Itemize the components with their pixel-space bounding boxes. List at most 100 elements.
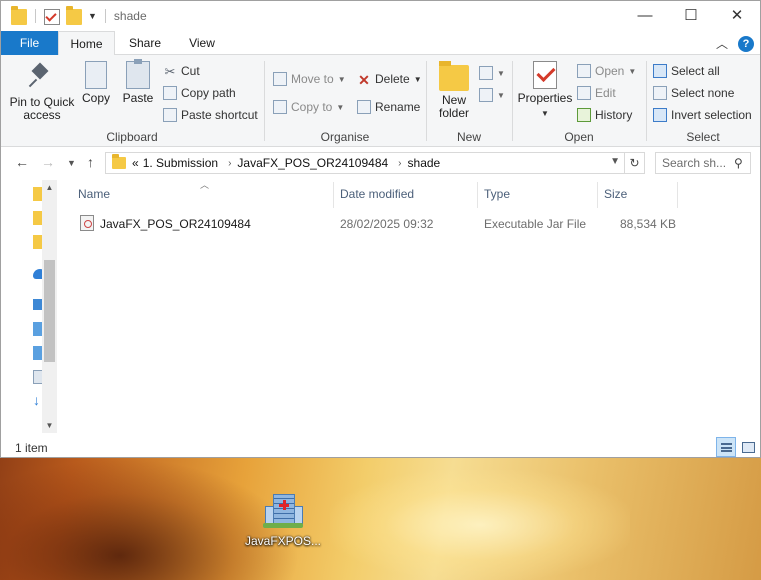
delete-x-icon: ✕	[358, 72, 370, 88]
properties-icon	[533, 61, 557, 89]
open-button[interactable]: Open ▼	[577, 61, 636, 81]
item-count: 1 item	[15, 441, 48, 455]
file-explorer-window: ▼ shade — ☐ ✕ File Home Share View ︿ ? P…	[0, 0, 761, 458]
new-group-label: New	[456, 130, 481, 144]
paste-button[interactable]: Paste	[119, 59, 157, 105]
scrollbar-thumb[interactable]	[44, 260, 55, 362]
copy-to-button[interactable]: Copy to ▼	[273, 97, 344, 117]
up-arrow-icon[interactable]: ↑	[87, 154, 94, 170]
paste-shortcut-button[interactable]: Paste shortcut	[163, 105, 258, 125]
copy-path-button[interactable]: Copy path	[163, 83, 236, 103]
move-to-button[interactable]: Move to ▼	[273, 69, 346, 89]
address-bar[interactable]: « 1. Submission › JavaFX_POS_OR24109484 …	[105, 152, 645, 174]
new-group: New folder ▼ ▼ New	[427, 57, 511, 145]
column-header-name[interactable]: Name	[58, 180, 333, 208]
quick-access-toolbar: ▼ shade	[11, 6, 147, 25]
table-row[interactable]: JavaFX_POS_OR24109484 28/02/2025 09:32 E…	[74, 213, 677, 235]
breadcrumb-shade[interactable]: shade	[408, 156, 441, 170]
hospital-building-icon	[263, 492, 303, 528]
pin-to-quick-access-button[interactable]: Pin to Quick access	[7, 61, 77, 122]
maximize-button[interactable]: ☐	[668, 1, 714, 31]
wallpaper-sun	[330, 470, 630, 580]
large-icons-view-button[interactable]	[738, 437, 758, 457]
breadcrumb-javafx-pos[interactable]: JavaFX_POS_OR24109484	[237, 156, 388, 170]
easy-access-button[interactable]: ▼	[479, 85, 505, 105]
new-folder-icon	[439, 61, 469, 91]
organise-group: Move to ▼ Copy to ▼ ✕ Delete ▼ Rename Organ…	[265, 57, 425, 145]
collapse-ribbon-chevron-up-icon[interactable]: ︿	[716, 35, 728, 52]
copy-path-icon	[163, 86, 177, 100]
select-none-button[interactable]: Select none	[653, 83, 734, 103]
tab-home[interactable]: Home	[58, 31, 115, 56]
file-date-modified: 28/02/2025 09:32	[340, 217, 434, 231]
breadcrumb-overflow[interactable]: «	[132, 156, 139, 170]
window-title: shade	[113, 9, 147, 23]
invert-selection-button[interactable]: Invert selection	[653, 105, 752, 125]
folder-icon	[112, 154, 126, 169]
cut-button[interactable]: ✂ Cut	[163, 61, 200, 81]
history-icon	[577, 108, 591, 122]
minimize-button[interactable]: —	[622, 1, 668, 31]
easy-access-icon	[479, 88, 493, 102]
file-size: 88,534 KB	[620, 217, 677, 231]
breadcrumb-separator-icon[interactable]: ›	[228, 158, 231, 169]
ribbon-tabs: File Home Share View ︿ ?	[1, 31, 760, 56]
search-icon[interactable]: ⚲	[734, 156, 743, 170]
copy-button[interactable]: Copy	[79, 61, 113, 105]
scroll-down-chevron-icon[interactable]: ▼	[42, 418, 57, 433]
new-item-icon	[479, 66, 493, 80]
select-group-label: Select	[686, 130, 720, 144]
desktop-icon-javafxpos[interactable]: JavaFXPOS...	[238, 492, 328, 548]
jar-file-icon	[80, 215, 94, 231]
select-none-icon	[653, 86, 667, 100]
forward-arrow-icon[interactable]: →	[41, 154, 55, 170]
customize-toolbar-chevron-icon[interactable]: ▼	[88, 11, 97, 21]
edit-icon	[577, 86, 591, 100]
open-group-label: Open	[564, 130, 594, 144]
select-all-button[interactable]: Select all	[653, 61, 720, 81]
move-to-icon	[273, 72, 287, 86]
desktop-icon-label: JavaFXPOS...	[244, 534, 322, 548]
organise-group-label: Organise	[320, 130, 370, 144]
column-header-size[interactable]: Size	[584, 180, 674, 208]
file-type: Executable Jar File	[484, 217, 587, 231]
paste-shortcut-icon	[163, 108, 177, 122]
tab-file[interactable]: File	[1, 31, 58, 55]
tab-view[interactable]: View	[177, 31, 227, 55]
rename-button[interactable]: Rename	[357, 97, 420, 117]
delete-button[interactable]: ✕ Delete ▼	[357, 69, 421, 89]
new-item-button[interactable]: ▼	[479, 63, 505, 83]
navigation-pane-scrollbar[interactable]: ▲ ▼	[42, 180, 57, 433]
clipboard-group-label: Clipboard	[106, 130, 158, 144]
details-view-button[interactable]	[716, 437, 736, 457]
refresh-icon[interactable]: ↻	[624, 153, 644, 173]
help-icon[interactable]: ?	[738, 35, 754, 52]
scroll-up-chevron-icon[interactable]: ▲	[42, 180, 57, 195]
search-box[interactable]: ⚲	[655, 152, 751, 174]
select-group: Select all Select none Invert selection …	[647, 57, 759, 145]
properties-button[interactable]: Properties ▼	[517, 61, 573, 120]
invert-selection-icon	[653, 108, 667, 122]
scissors-icon: ✂	[164, 64, 176, 79]
recent-locations-chevron-icon[interactable]: ▼	[67, 158, 76, 168]
close-button[interactable]: ✕	[714, 1, 760, 31]
folder-icon	[11, 6, 27, 25]
back-arrow-icon[interactable]: ←	[15, 154, 29, 170]
column-header-type[interactable]: Type	[464, 180, 584, 208]
breadcrumb-separator-icon[interactable]: ›	[398, 158, 401, 169]
new-folder-button[interactable]: New folder	[433, 61, 475, 120]
column-header-date-modified[interactable]: Date modified	[320, 180, 464, 208]
address-history-chevron-icon[interactable]: ▼	[610, 156, 620, 167]
history-button[interactable]: History	[577, 105, 632, 125]
breadcrumb-submission[interactable]: 1. Submission	[143, 156, 218, 170]
new-folder-quick-icon[interactable]	[66, 6, 82, 25]
navigation-bar: ← → ▼ ↑ « 1. Submission › JavaFX_POS_OR2…	[1, 148, 760, 180]
copy-to-icon	[273, 100, 287, 114]
pin-icon	[26, 61, 58, 93]
search-input[interactable]	[662, 156, 732, 170]
select-all-icon	[653, 64, 667, 78]
title-bar: ▼ shade — ☐ ✕	[1, 1, 760, 31]
edit-button[interactable]: Edit	[577, 83, 616, 103]
tab-share[interactable]: Share	[120, 31, 170, 55]
properties-quick-icon[interactable]	[44, 8, 60, 25]
